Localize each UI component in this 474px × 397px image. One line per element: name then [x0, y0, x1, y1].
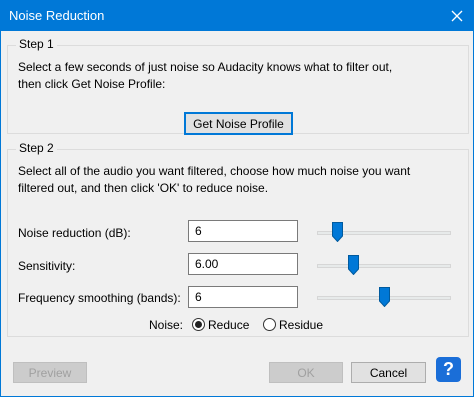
step1-line2: then click Get Noise Profile: — [18, 77, 166, 91]
noise-reduction-input[interactable]: 6 — [188, 220, 298, 242]
step1-group: Step 1 Select a few seconds of just nois… — [7, 37, 469, 135]
noise-label: Noise: — [149, 318, 184, 332]
step1-title: Step 1 — [16, 37, 57, 51]
frequency-smoothing-input[interactable]: 6 — [188, 286, 298, 308]
step2-frame: Step 2 Select all of the audio you want … — [7, 141, 469, 337]
window-title: Noise Reduction — [9, 8, 105, 23]
residue-radio[interactable] — [263, 318, 276, 331]
sensitivity-input[interactable]: 6.00 — [188, 253, 298, 275]
close-icon — [451, 10, 463, 21]
step2-line2: filtered out, and then click 'OK' to red… — [18, 181, 269, 195]
noise-radio-group: Noise: Reduce Residue — [1, 316, 473, 336]
close-button[interactable] — [440, 0, 474, 31]
reduce-radio-label[interactable]: Reduce — [208, 318, 249, 332]
get-noise-profile-button[interactable]: Get Noise Profile — [184, 112, 293, 135]
step1-line1: Select a few seconds of just noise so Au… — [18, 60, 393, 74]
noise-reduction-slider-thumb[interactable] — [332, 222, 343, 242]
frequency-smoothing-label: Frequency smoothing (bands): — [18, 291, 181, 305]
dialog-body: Step 1 Select a few seconds of just nois… — [0, 31, 474, 397]
radio-selected-dot — [195, 321, 202, 328]
title-bar: Noise Reduction — [0, 0, 474, 31]
reduce-radio[interactable] — [192, 318, 205, 331]
step2-line1: Select all of the audio you want filtere… — [18, 164, 411, 178]
step2-title: Step 2 — [16, 141, 57, 155]
cancel-button[interactable]: Cancel — [351, 362, 426, 383]
frequency-smoothing-slider-thumb[interactable] — [379, 287, 390, 307]
preview-button[interactable]: Preview — [13, 362, 87, 383]
noise-reduction-label: Noise reduction (dB): — [18, 226, 131, 240]
ok-button[interactable]: OK — [269, 362, 343, 383]
residue-radio-label[interactable]: Residue — [279, 318, 323, 332]
sensitivity-slider-thumb[interactable] — [348, 255, 359, 275]
help-icon: ? — [443, 359, 454, 379]
sensitivity-label: Sensitivity: — [18, 259, 76, 273]
help-button[interactable]: ? — [436, 357, 461, 382]
sensitivity-slider-track[interactable] — [317, 264, 451, 268]
